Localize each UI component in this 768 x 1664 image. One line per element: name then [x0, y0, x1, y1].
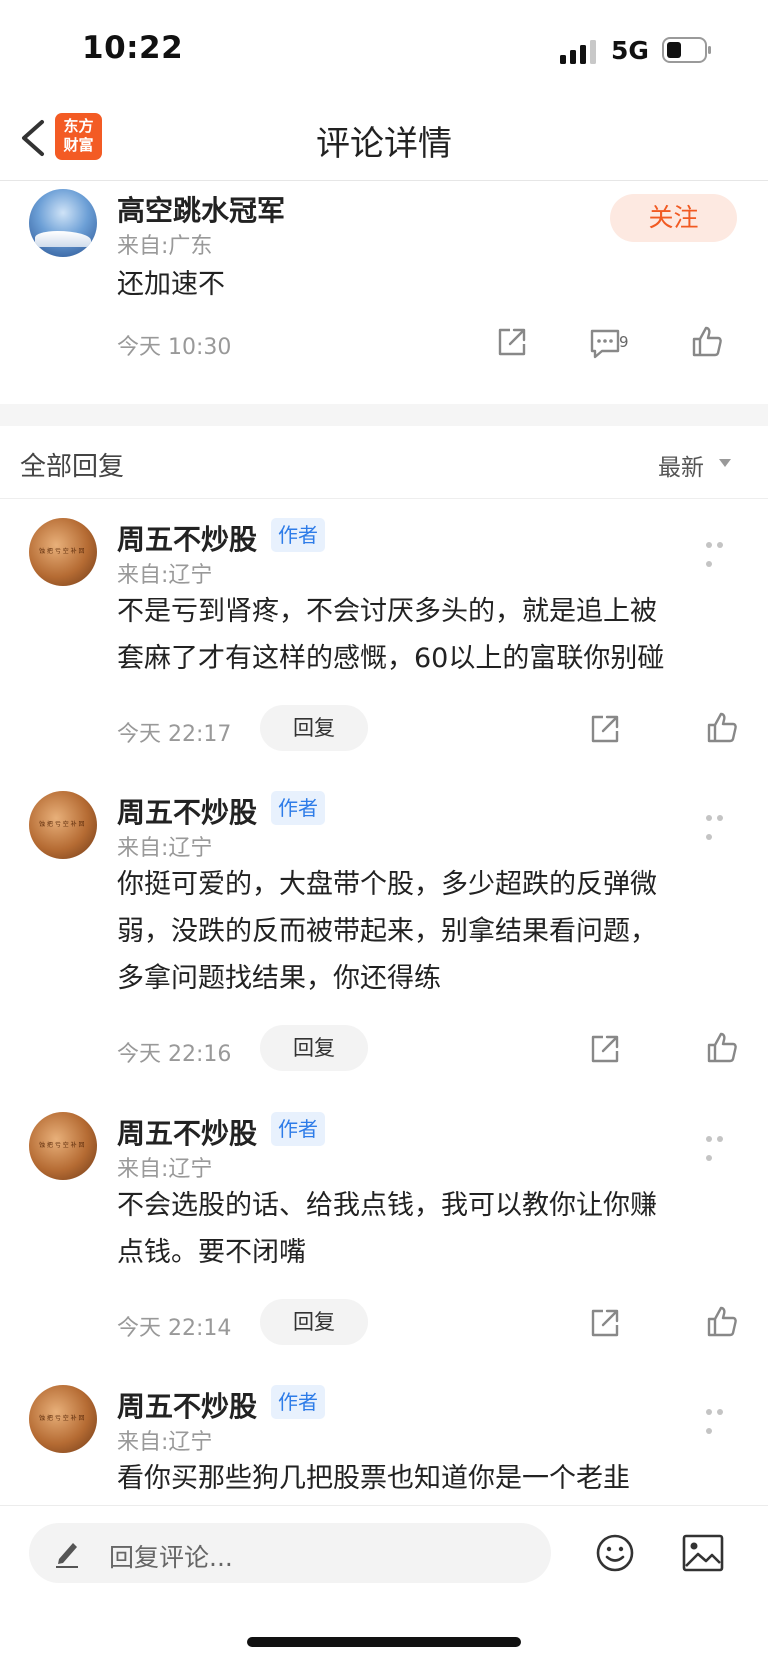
reply-text-line: 不是亏到肾疼，不会讨厌多头的，就是追上被	[117, 596, 657, 627]
username[interactable]: 高空跳水冠军	[117, 189, 285, 229]
reply-text-line: 多拿问题找结果，你还得练	[117, 963, 441, 994]
reply-text-line: 点钱。要不闭嘴	[117, 1237, 306, 1268]
section-divider	[0, 404, 768, 426]
reply-text-line: 弱，没跌的反而被带起来，别拿结果看问题，	[117, 916, 657, 947]
avatar[interactable]	[29, 189, 97, 257]
battery-icon	[662, 37, 711, 63]
location-source: 来自:辽宁	[117, 563, 213, 588]
status-time: 10:22	[82, 30, 184, 66]
more-icon[interactable]	[706, 806, 736, 840]
all-replies-label: 全部回复	[20, 452, 125, 482]
reply-input[interactable]: 回复评论...	[29, 1523, 551, 1583]
avatar[interactable]	[29, 1112, 97, 1180]
avatar[interactable]	[29, 1385, 97, 1453]
reply-item: 周五不炒股 作者 来自:辽宁 不是亏到肾疼，不会讨厌多头的，就是追上被 套麻了才…	[0, 500, 768, 753]
more-icon[interactable]	[706, 1127, 736, 1161]
author-badge: 作者	[271, 791, 325, 825]
network-label: 5G	[611, 36, 649, 65]
comment-count: 9	[619, 333, 629, 351]
post-time: 今天 10:30	[117, 335, 232, 360]
username[interactable]: 周五不炒股	[117, 791, 257, 831]
reply-time: 今天 22:16	[117, 1042, 232, 1067]
signal-icon	[560, 40, 596, 64]
reply-text: 不是亏到肾疼，不会讨厌多头的，就是追上被 套麻了才有这样的感慨，60以上的富联你…	[117, 588, 664, 682]
avatar[interactable]	[29, 518, 97, 586]
reply-time: 今天 22:17	[117, 722, 232, 747]
reply-text-line: 不会选股的话、给我点钱，我可以教你让你赚	[117, 1190, 657, 1221]
like-icon[interactable]	[690, 325, 724, 359]
share-icon[interactable]	[589, 1307, 621, 1339]
reply-text: 看你买那些狗几把股票也知道你是一个老韭	[117, 1455, 630, 1502]
reply-item: 周五不炒股 作者 来自:辽宁 看你买那些狗几把股票也知道你是一个老韭	[0, 1367, 768, 1505]
author-badge: 作者	[271, 518, 325, 552]
reply-input-placeholder: 回复评论...	[109, 1543, 233, 1572]
username[interactable]: 周五不炒股	[117, 518, 257, 558]
like-icon[interactable]	[705, 1305, 739, 1339]
location-source: 来自:辽宁	[117, 1157, 213, 1182]
reply-button[interactable]: 回复	[260, 1299, 368, 1345]
reply-text-line: 套麻了才有这样的感慨，60以上的富联你别碰	[117, 643, 665, 674]
bottom-bar: 回复评论...	[0, 1505, 768, 1664]
caret-down-icon[interactable]	[719, 459, 731, 467]
username[interactable]: 周五不炒股	[117, 1385, 257, 1425]
location-source: 来自:辽宁	[117, 1430, 213, 1455]
comment-icon[interactable]	[588, 327, 622, 359]
follow-button[interactable]: 关注	[610, 194, 737, 242]
replies-header: 全部回复 最新	[0, 426, 768, 499]
reply-text-line: 看你买那些狗几把股票也知道你是一个老韭	[117, 1463, 630, 1494]
share-icon[interactable]	[496, 326, 528, 358]
avatar[interactable]	[29, 791, 97, 859]
more-icon[interactable]	[706, 533, 736, 567]
location-source: 来自:辽宁	[117, 836, 213, 861]
reply-text: 你挺可爱的，大盘带个股，多少超跌的反弹微 弱，没跌的反而被带起来，别拿结果看问题…	[117, 861, 657, 1002]
main-post: 高空跳水冠军 来自:广东 关注 还加速不 今天 10:30 9	[0, 181, 768, 403]
like-icon[interactable]	[705, 711, 739, 745]
reply-text: 不会选股的话、给我点钱，我可以教你让你赚 点钱。要不闭嘴	[117, 1182, 657, 1276]
page-title: 评论详情	[316, 124, 452, 164]
share-icon[interactable]	[589, 713, 621, 745]
reply-button[interactable]: 回复	[260, 1025, 368, 1071]
reply-button[interactable]: 回复	[260, 705, 368, 751]
username[interactable]: 周五不炒股	[117, 1112, 257, 1152]
reply-time: 今天 22:14	[117, 1316, 232, 1341]
reply-item: 周五不炒股 作者 来自:辽宁 不会选股的话、给我点钱，我可以教你让你赚 点钱。要…	[0, 1094, 768, 1347]
location-source: 来自:广东	[117, 234, 213, 259]
author-badge: 作者	[271, 1385, 325, 1419]
image-icon[interactable]	[682, 1534, 724, 1572]
status-bar: 10:22 5G	[0, 0, 768, 100]
more-icon[interactable]	[706, 1400, 736, 1434]
pencil-icon	[56, 1543, 78, 1568]
nav-bar: 东方 财富 评论详情	[0, 100, 768, 181]
home-indicator[interactable]	[247, 1637, 521, 1647]
post-text: 还加速不	[117, 269, 225, 300]
reply-text-line: 你挺可爱的，大盘带个股，多少超跌的反弹微	[117, 869, 657, 900]
emoji-icon[interactable]	[595, 1533, 635, 1573]
sort-dropdown[interactable]: 最新	[658, 448, 704, 482]
share-icon[interactable]	[589, 1033, 621, 1065]
author-badge: 作者	[271, 1112, 325, 1146]
like-icon[interactable]	[705, 1031, 739, 1065]
reply-item: 周五不炒股 作者 来自:辽宁 你挺可爱的，大盘带个股，多少超跌的反弹微 弱，没跌…	[0, 773, 768, 1073]
